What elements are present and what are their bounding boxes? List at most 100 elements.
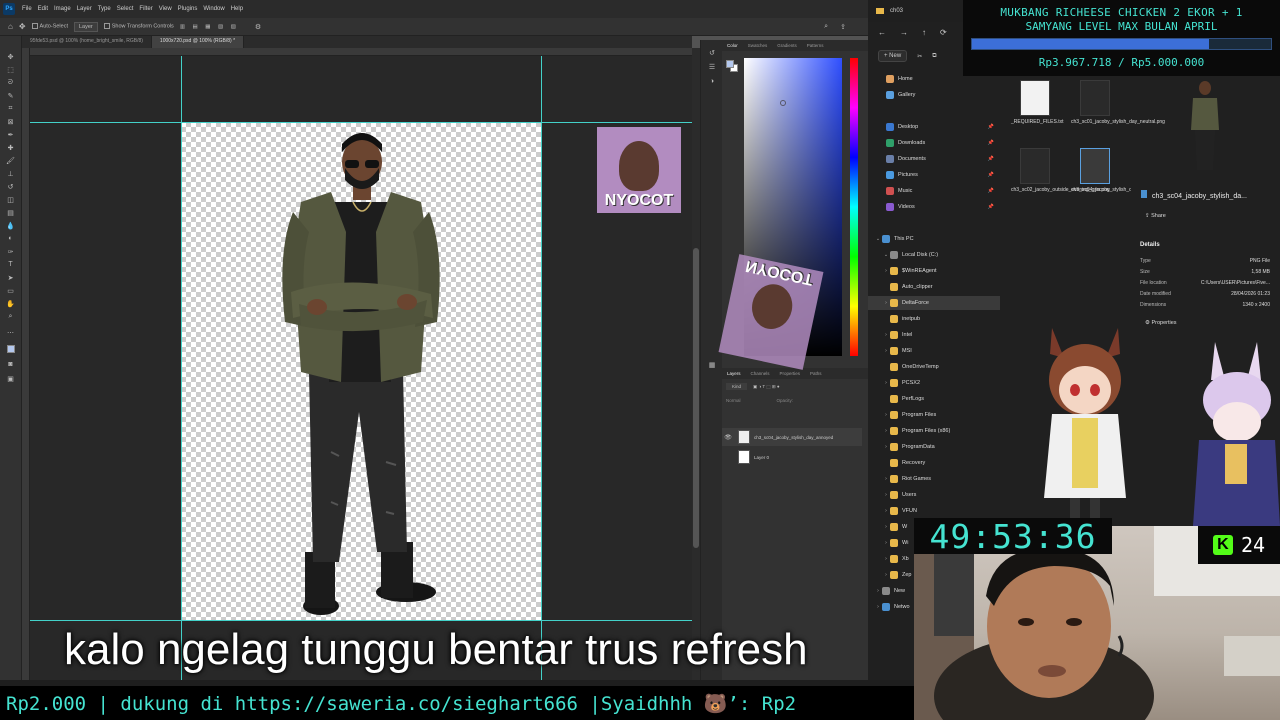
tree-item-folder[interactable]: › DeltaForce xyxy=(868,296,1000,310)
menu-image[interactable]: Image xyxy=(51,6,74,12)
show-transform-checkbox[interactable]: Show Transform Controls xyxy=(103,23,174,30)
cut-icon[interactable]: ✂ xyxy=(917,53,922,60)
menu-select[interactable]: Select xyxy=(114,6,137,12)
doc-tab-2[interactable]: 1000x720.psd @ 100% (RGB/8) * xyxy=(151,36,245,48)
pin-icon[interactable]: 📌 xyxy=(988,204,994,210)
tree-item-folder[interactable]: › MSI xyxy=(868,344,1000,358)
blur-tool-icon[interactable]: 💧 xyxy=(6,221,15,230)
chevron-right-icon[interactable]: › xyxy=(882,348,890,354)
move-tool-icon[interactable]: ✥ xyxy=(6,52,15,61)
dodge-tool-icon[interactable]: ◐ xyxy=(6,234,15,243)
pin-icon[interactable]: 📌 xyxy=(988,156,994,162)
doc-tab-1[interactable]: 95fde53.psd @ 100% (home_bright_smile, R… xyxy=(22,36,152,48)
tree-item-folder[interactable]: › Program Files xyxy=(868,408,1000,422)
chevron-right-icon[interactable]: › xyxy=(882,524,890,530)
tree-item-folder[interactable]: › PCSX2 xyxy=(868,376,1000,390)
hue-slider[interactable] xyxy=(850,58,858,356)
chevron-right-icon[interactable]: › xyxy=(882,556,890,562)
up-arrow-icon[interactable]: ↑ xyxy=(922,28,926,37)
path-select-tool-icon[interactable]: ➤ xyxy=(6,273,15,282)
hand-tool-icon[interactable]: ✋ xyxy=(6,299,15,308)
auto-select-checkbox[interactable]: Auto-Select xyxy=(31,23,68,30)
history-brush-tool-icon[interactable]: ↺ xyxy=(6,182,15,191)
chevron-right-icon[interactable]: › xyxy=(874,588,882,594)
chevron-right-icon[interactable]: › xyxy=(882,572,890,578)
tree-item-folder[interactable]: inetpub xyxy=(868,312,1000,326)
tab-swatches[interactable]: Swatches xyxy=(743,43,773,48)
type-tool-icon[interactable]: T xyxy=(6,260,15,269)
file-item[interactable]: ch3_sc02_jacoby_outside_evening_grin.png xyxy=(1011,148,1110,193)
layer-row[interactable]: Layer 0 xyxy=(722,448,862,466)
history-icon[interactable]: ↺ xyxy=(707,48,717,58)
quick-mask-icon[interactable]: ◙ xyxy=(6,360,15,369)
menu-window[interactable]: Window xyxy=(200,6,227,12)
eyedropper-tool-icon[interactable]: ✒ xyxy=(6,130,15,139)
file-item[interactable]: ch3_sc01_jacoby_stylish_day_neutral.png xyxy=(1071,80,1165,125)
home-icon[interactable]: ⌂ xyxy=(8,22,13,31)
chevron-right-icon[interactable]: › xyxy=(882,508,890,514)
more-tools-icon[interactable]: ⋯ xyxy=(6,328,15,337)
tree-item-local-disk[interactable]: ⌄ Local Disk (C:) xyxy=(868,248,1000,262)
chevron-right-icon[interactable]: › xyxy=(882,412,890,418)
adjustments-icon[interactable]: ◑ xyxy=(707,76,717,86)
chevron-right-icon[interactable]: › xyxy=(882,300,890,306)
menu-plugins[interactable]: Plugins xyxy=(175,6,201,12)
menu-edit[interactable]: Edit xyxy=(35,6,51,12)
pin-icon[interactable]: 📌 xyxy=(988,172,994,178)
new-button[interactable]: + New xyxy=(878,50,908,62)
tree-item-folder[interactable]: Auto_clipper xyxy=(868,280,1000,294)
chevron-right-icon[interactable]: › xyxy=(882,428,890,434)
tab-gradients[interactable]: Gradients xyxy=(772,43,802,48)
eraser-tool-icon[interactable]: ◫ xyxy=(6,195,15,204)
canvas-scrollbar[interactable] xyxy=(692,48,700,680)
quick-select-tool-icon[interactable]: ✎ xyxy=(6,91,15,100)
marquee-tool-icon[interactable]: ⬚ xyxy=(6,65,15,74)
sidebar-item-music[interactable]: Music 📌 xyxy=(868,184,1000,198)
frame-tool-icon[interactable]: ⊠ xyxy=(6,117,15,126)
sidebar-item-pictures[interactable]: Pictures 📌 xyxy=(868,168,1000,182)
tree-item-this-pc[interactable]: ⌄ This PC xyxy=(868,232,1000,246)
tree-item-folder[interactable]: PerfLogs xyxy=(868,392,1000,406)
properties-button[interactable]: ⚙ Properties xyxy=(1145,320,1177,326)
chevron-right-icon[interactable]: › xyxy=(882,380,890,386)
chevron-down-icon[interactable]: ⌄ xyxy=(882,252,890,258)
document-canvas[interactable] xyxy=(181,122,542,620)
sidebar-item-gallery[interactable]: Gallery xyxy=(868,88,1000,102)
color-picker-cursor[interactable] xyxy=(780,100,786,106)
refresh-icon[interactable]: ⟳ xyxy=(940,28,947,37)
tab-layers[interactable]: Layers xyxy=(722,371,746,376)
chevron-down-icon[interactable]: ⌄ xyxy=(874,236,882,242)
pin-icon[interactable]: 📌 xyxy=(988,188,994,194)
pen-tool-icon[interactable]: ✑ xyxy=(6,247,15,256)
tree-item-folder[interactable]: › Riot Games xyxy=(868,472,1000,486)
chevron-right-icon[interactable]: › xyxy=(882,268,890,274)
pin-icon[interactable]: 📌 xyxy=(988,124,994,130)
color-swatches-icon[interactable] xyxy=(6,344,15,353)
scrollbar-thumb[interactable] xyxy=(693,248,699,548)
zoom-tool-icon[interactable]: ⌕ xyxy=(6,312,15,321)
align-icons[interactable]: ▥ ▤ ▦ ▧ ▨ xyxy=(180,24,239,30)
file-item[interactable]: _REQUIRED_FILES.txt xyxy=(1011,80,1064,125)
filter-icons[interactable]: ▣ ◑ T ⬚ ⊞ ● xyxy=(753,384,780,390)
foreground-background-swatch[interactable] xyxy=(726,60,738,72)
chevron-right-icon[interactable]: › xyxy=(882,332,890,338)
file-item[interactable]: ch3_sc04_jacoby_stylish_day_annoyed.png xyxy=(1071,148,1169,193)
stamp-tool-icon[interactable]: ⊥ xyxy=(6,169,15,178)
menu-filter[interactable]: Filter xyxy=(136,6,155,12)
chevron-right-icon[interactable]: › xyxy=(882,492,890,498)
search-icon[interactable]: ⌕ xyxy=(824,23,828,31)
layer-filter-dropdown[interactable]: Kind xyxy=(726,383,748,390)
tree-item-folder[interactable]: › Intel xyxy=(868,328,1000,342)
tab-patterns[interactable]: Patterns xyxy=(802,43,829,48)
menu-help[interactable]: Help xyxy=(228,6,246,12)
gradient-tool-icon[interactable]: ▤ xyxy=(6,208,15,217)
tab-properties[interactable]: Properties xyxy=(775,371,806,376)
chevron-right-icon[interactable]: › xyxy=(882,444,890,450)
copy-icon[interactable]: ⧉ xyxy=(932,53,936,60)
chevron-right-icon[interactable]: › xyxy=(874,604,882,610)
shape-tool-icon[interactable]: ▭ xyxy=(6,286,15,295)
sidebar-item-downloads[interactable]: Downloads 📌 xyxy=(868,136,1000,150)
menu-file[interactable]: File xyxy=(19,6,35,12)
brush-tool-icon[interactable]: 🖌 xyxy=(6,156,15,165)
explorer-tab-title[interactable]: ch03 xyxy=(890,8,903,14)
